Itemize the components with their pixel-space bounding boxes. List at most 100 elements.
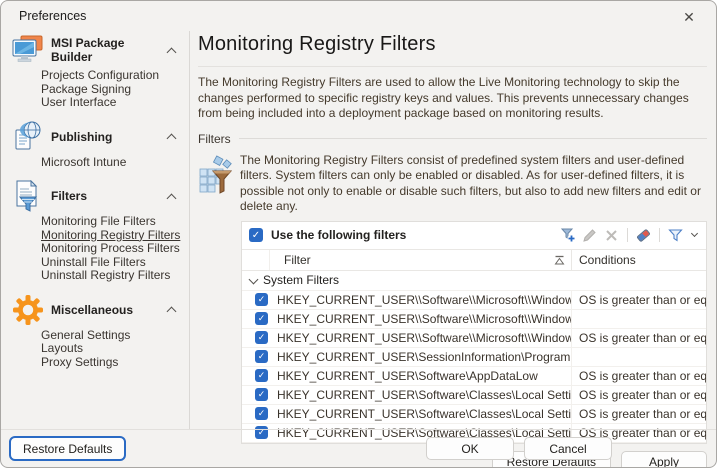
row-checkbox-cell: ✓ (242, 407, 272, 420)
sidebar-item-uninstall-file-filters[interactable]: Uninstall File Filters (41, 256, 187, 270)
groupbox-line (239, 138, 707, 139)
sidebar-item-proxy-settings[interactable]: Proxy Settings (41, 356, 187, 370)
edit-filter-icon[interactable] (581, 227, 598, 244)
add-filter-icon[interactable] (559, 227, 576, 244)
row-condition-text: OS is greater than or equal to W (572, 369, 706, 383)
table-header-row: Filter Conditions (242, 250, 706, 271)
row-condition-text: OS is greater than or equal to W (572, 331, 706, 345)
row-checkbox[interactable]: ✓ (255, 293, 268, 306)
section-header-miscellaneous[interactable]: Miscellaneous (11, 293, 187, 327)
section-title: MSI Package Builder (45, 36, 168, 64)
sidebar: MSI Package Builder Projects Configurati… (11, 33, 187, 427)
section-title: Miscellaneous (45, 303, 168, 317)
close-button[interactable]: ✕ (672, 5, 706, 29)
chevron-up-icon[interactable] (167, 307, 177, 317)
footer-divider (1, 429, 716, 430)
page-description: The Monitoring Registry Filters are used… (198, 75, 707, 122)
chevron-up-icon[interactable] (167, 47, 177, 57)
filter-column-label: Filter (284, 253, 311, 267)
conditions-column-header[interactable]: Conditions (572, 253, 706, 267)
sidebar-item-monitoring-file-filters[interactable]: Monitoring File Filters (41, 215, 187, 229)
document-funnel-icon (11, 180, 45, 212)
preferences-dialog: Preferences ✕ MSI Package Builder (0, 0, 717, 468)
row-checkbox-cell: ✓ (242, 350, 272, 363)
filters-groupbox-header: Filters (198, 132, 707, 146)
toolbar-separator (659, 228, 660, 242)
row-filter-text: HKEY_CURRENT_USER\\Software\\Microsoft\\… (272, 291, 572, 309)
main-content: Monitoring Registry Filters The Monitori… (198, 33, 707, 427)
row-filter-text: HKEY_CURRENT_USER\\Software\\Microsoft\\… (272, 310, 572, 328)
filters-groupbox-body: The Monitoring Registry Filters consist … (198, 153, 707, 215)
gear-icon (11, 295, 45, 325)
chevron-up-icon[interactable] (167, 193, 177, 203)
chevron-down-icon[interactable] (249, 274, 259, 284)
row-checkbox[interactable]: ✓ (255, 331, 268, 344)
row-checkbox[interactable]: ✓ (255, 312, 268, 325)
apply-button[interactable]: Apply (621, 451, 707, 468)
row-condition-text: OS is greater than or equal to W (572, 407, 706, 421)
row-filter-text: HKEY_CURRENT_USER\Software\Classes\Local… (272, 386, 572, 404)
row-condition-text: OS is greater than or equal to W (572, 388, 706, 402)
filter-column-header[interactable]: Filter (270, 250, 572, 270)
sidebar-item-layouts[interactable]: Layouts (41, 342, 187, 356)
filter-menu-chevron-icon[interactable] (689, 227, 699, 244)
section-header-msi[interactable]: MSI Package Builder (11, 33, 187, 67)
sidebar-item-monitoring-process-filters[interactable]: Monitoring Process Filters (41, 242, 187, 256)
cancel-button[interactable]: Cancel (524, 437, 612, 460)
table-row[interactable]: ✓ HKEY_CURRENT_USER\SessionInformation\P… (242, 348, 706, 367)
sidebar-item-projects-configuration[interactable]: Projects Configuration (41, 69, 187, 83)
row-checkbox-cell: ✓ (242, 331, 272, 344)
section-header-filters[interactable]: Filters (11, 179, 187, 213)
sidebar-item-monitoring-registry-filters[interactable]: Monitoring Registry Filters (41, 229, 187, 243)
row-condition-text: OS is greater than or equal to W (572, 293, 706, 307)
table-row[interactable]: ✓ HKEY_CURRENT_USER\\Software\\Microsoft… (242, 329, 706, 348)
section-msi-package-builder: MSI Package Builder Projects Configurati… (11, 33, 187, 114)
sidebar-item-uninstall-registry-filters[interactable]: Uninstall Registry Filters (41, 269, 187, 283)
use-filters-checkbox[interactable]: ✓ (249, 228, 263, 242)
sort-ascending-icon (554, 255, 565, 265)
filters-group-description: The Monitoring Registry Filters consist … (240, 153, 707, 215)
use-filters-label: Use the following filters (263, 228, 559, 242)
close-icon: ✕ (683, 9, 695, 26)
row-checkbox[interactable]: ✓ (255, 407, 268, 420)
table-row[interactable]: ✓ HKEY_CURRENT_USER\\Software\\Microsoft… (242, 291, 706, 310)
sidebar-item-microsoft-intune[interactable]: Microsoft Intune (41, 156, 187, 170)
chevron-up-icon[interactable] (167, 134, 177, 144)
ok-button[interactable]: OK (426, 437, 514, 460)
window-title: Preferences (19, 9, 86, 23)
row-checkbox-cell: ✓ (242, 312, 272, 325)
section-miscellaneous: Miscellaneous General Settings Layouts P… (11, 293, 187, 374)
row-filter-text: HKEY_CURRENT_USER\SessionInformation\Pro… (272, 348, 572, 366)
title-bar: Preferences (1, 1, 716, 31)
row-checkbox[interactable]: ✓ (255, 388, 268, 401)
sidebar-item-user-interface[interactable]: User Interface (41, 96, 187, 110)
sidebar-item-general-settings[interactable]: General Settings (41, 329, 187, 343)
group-row-label: System Filters (263, 273, 339, 287)
table-row[interactable]: ✓ HKEY_CURRENT_USER\Software\Classes\Loc… (242, 405, 706, 424)
row-checkbox[interactable]: ✓ (255, 426, 268, 439)
system-filters-group-row[interactable]: System Filters (242, 271, 706, 291)
row-filter-text: HKEY_CURRENT_USER\Software\AppDataLow (272, 367, 572, 385)
section-title: Publishing (45, 130, 168, 144)
sidebar-item-package-signing[interactable]: Package Signing (41, 83, 187, 97)
erase-filters-icon[interactable] (635, 227, 652, 244)
table-row[interactable]: ✓ HKEY_CURRENT_USER\Software\Classes\Loc… (242, 386, 706, 405)
delete-filter-icon[interactable] (603, 227, 620, 244)
table-row[interactable]: ✓ HKEY_CURRENT_USER\\Software\\Microsoft… (242, 310, 706, 329)
filters-groupbox-label: Filters (198, 132, 239, 146)
section-title: Filters (45, 189, 168, 203)
restore-defaults-global-button[interactable]: Restore Defaults (9, 436, 126, 461)
filters-table-body: ✓ HKEY_CURRENT_USER\\Software\\Microsoft… (242, 291, 706, 443)
conditions-column-label: Conditions (579, 253, 636, 267)
checkbox-column-header[interactable] (242, 250, 270, 270)
title-divider (198, 66, 707, 67)
row-checkbox-cell: ✓ (242, 369, 272, 382)
row-checkbox-cell: ✓ (242, 293, 272, 306)
page-title: Monitoring Registry Filters (198, 33, 707, 56)
table-row[interactable]: ✓ HKEY_CURRENT_USER\Software\AppDataLow … (242, 367, 706, 386)
section-header-publishing[interactable]: Publishing (11, 120, 187, 154)
row-checkbox[interactable]: ✓ (255, 369, 268, 382)
row-filter-text: HKEY_CURRENT_USER\\Software\\Microsoft\\… (272, 329, 572, 347)
row-checkbox[interactable]: ✓ (255, 350, 268, 363)
filter-menu-icon[interactable] (667, 227, 684, 244)
